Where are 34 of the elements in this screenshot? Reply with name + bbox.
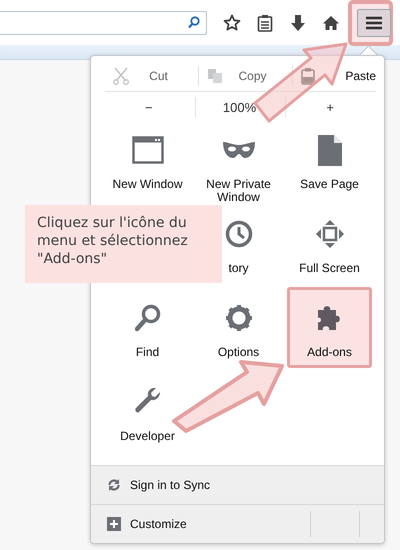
zoom-reset-button[interactable]: 100% [194,97,286,117]
zoom-out-button[interactable]: − [105,97,195,117]
settings-icon [224,304,252,332]
paste-icon [301,67,315,85]
home-icon [322,14,340,30]
plus-icon [107,517,121,531]
clipboard-icon [256,14,272,32]
download-icon [290,14,306,32]
menu-item[interactable]: Options [193,290,284,374]
menu-item[interactable]: Full Screen [284,206,375,290]
address-field[interactable] [0,10,207,34]
menu-item[interactable]: New Private Window [193,122,284,206]
menu-item[interactable]: Developer [102,374,193,458]
sync-button[interactable]: Sign in to Sync [91,466,384,504]
star-icon [222,14,240,32]
paste-button[interactable]: Paste [292,66,376,86]
menu-item[interactable]: Save Page [284,122,375,206]
page-icon [318,134,342,166]
add-ons-button[interactable]: Add-ons [287,287,372,368]
clock-icon [224,220,252,248]
sync-icon [107,478,121,492]
fullscreen-icon [314,219,344,249]
menu-button[interactable] [357,8,391,36]
menu-item[interactable]: Find [102,290,193,374]
search-icon [134,304,160,332]
scissors-icon [113,67,129,85]
window-icon [132,136,164,164]
mask-icon [222,140,256,160]
instruction-tooltip: Cliquez sur l'icône du menu et sélectionnez "Add-ons" [25,205,222,283]
zoom-in-button[interactable]: + [285,97,376,117]
menu-icon [365,16,383,30]
menu-item[interactable]: New Window [102,122,193,206]
search-icon [188,16,200,29]
copy-icon [207,68,223,84]
